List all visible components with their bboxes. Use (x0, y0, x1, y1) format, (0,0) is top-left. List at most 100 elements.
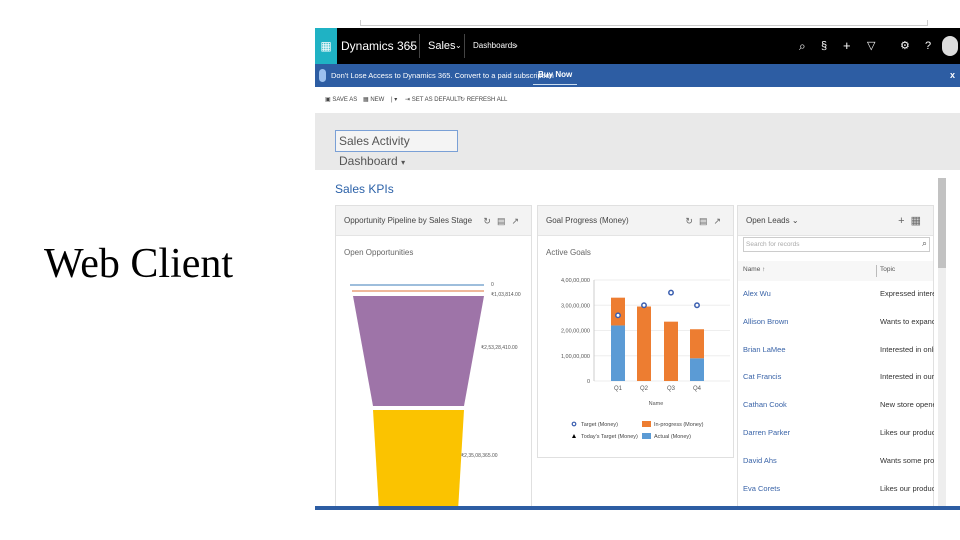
bar-in-progress (611, 297, 625, 326)
y-tick-label: 2,00,00,000 (561, 329, 590, 335)
search-icon[interactable]: ⌕ (799, 28, 806, 64)
leads-view-selector[interactable]: Open Leads (746, 216, 790, 225)
help-icon[interactable]: ? (925, 28, 931, 64)
scrollbar[interactable] (938, 178, 946, 508)
pipeline-card: Opportunity Pipeline by Sales Stage ↻▤↗ O… (335, 205, 532, 510)
legend-label: In-progress (Money) (654, 422, 704, 428)
refresh-icon[interactable]: ↻ (483, 216, 497, 226)
bar-actual (611, 325, 625, 381)
legend-actual-icon (642, 433, 651, 439)
goal-bar-chart: 0 1,00,00,000 2,00,00,000 3,00,00,000 4,00,0… (561, 278, 730, 440)
buy-now-button[interactable]: Buy Now (533, 66, 578, 85)
search-input[interactable]: Search for records ⌕ (743, 237, 930, 252)
card-title: Opportunity Pipeline by Sales Stage (344, 216, 473, 225)
lead-name-link[interactable]: Eva Corets (743, 484, 780, 493)
lead-topic: New store opened (880, 400, 934, 410)
y-tick-label: 4,00,00,000 (561, 278, 590, 284)
lead-name-link[interactable]: Allison Brown (743, 317, 788, 326)
close-banner-button[interactable]: x (950, 64, 955, 87)
refresh-label: REFRESH ALL (466, 97, 508, 103)
lead-topic: Interested in online (880, 344, 934, 354)
column-divider[interactable] (876, 265, 877, 277)
module-chevron-icon[interactable]: ⌄ (455, 28, 462, 64)
bar-in-progress (664, 321, 678, 381)
column-header-topic[interactable]: Topic (880, 266, 895, 273)
legend-label: Actual (Money) (654, 434, 691, 440)
grid-icon[interactable]: ▦ (911, 215, 927, 227)
lead-name-link[interactable]: Cat Francis (743, 372, 781, 381)
goal-progress-card: Goal Progress (Money) ↻▤↗ Active Goals 01… (537, 205, 734, 458)
lead-name-link[interactable]: Darren Parker (743, 428, 790, 437)
column-header-name[interactable]: Name ↑ (743, 266, 765, 273)
lead-topic: Likes our products (880, 428, 934, 437)
card-subtitle: Open Opportunities (344, 248, 414, 257)
y-tick-label: 0 (587, 379, 590, 385)
x-tick-label: Q4 (693, 386, 702, 392)
x-tick-label: Q3 (667, 386, 676, 392)
y-tick-label: 3,00,00,000 (561, 303, 590, 309)
lead-topic: Wants some produ (880, 455, 934, 465)
app-chevron-icon[interactable]: ⌄ (408, 28, 415, 64)
bar-actual (690, 358, 704, 381)
refresh-all-button[interactable]: ↻ REFRESH ALL (460, 88, 507, 113)
legend-target-icon (571, 421, 577, 427)
save-as-label: SAVE AS (332, 97, 358, 103)
divider (419, 34, 420, 58)
funnel-chart (350, 284, 484, 510)
filter-icon[interactable]: ▽ (867, 28, 875, 64)
module-name[interactable]: Sales (428, 28, 456, 64)
lead-name-link[interactable]: David Ahs (743, 456, 777, 465)
funnel-label: ₹2,53,28,410.00 (481, 345, 518, 351)
lead-topic: Interested in our ne (880, 372, 934, 382)
address-bar[interactable] (360, 20, 928, 26)
search-icon[interactable]: ⌕ (922, 238, 927, 249)
chevron-down-icon[interactable]: ⌄ (792, 216, 799, 225)
open-leads-card: Open Leads ⌄ +▦ Search for records ⌕ Name… (737, 205, 934, 510)
dashboard-name: Sales Activity Dashboard (339, 134, 410, 168)
y-tick-label: 1,00,00,000 (561, 354, 590, 360)
breadcrumb-separator: › (515, 41, 518, 50)
lead-name-link[interactable]: Alex Wu (743, 289, 771, 298)
divider (464, 34, 465, 58)
plus-icon[interactable]: + (843, 28, 851, 64)
target-marker (641, 302, 647, 309)
search-placeholder: Search for records (746, 241, 800, 248)
lead-name-link[interactable]: Brian LaMee (743, 345, 786, 354)
target-marker (694, 302, 700, 309)
dashboard-panel: Sales KPIs Opportunity Pipeline by Sales… (315, 170, 960, 510)
set-default-button[interactable]: ⇥ SET AS DEFAULT (405, 88, 461, 113)
expand-icon[interactable]: ↗ (511, 216, 525, 226)
lead-topic: Likes our products (880, 483, 934, 493)
web-client-screenshot: ▦ Dynamics 365 ⌄ Sales ⌄ Dashboards › ⌕ … (315, 20, 960, 510)
new-button[interactable]: ▦ NEW (363, 88, 384, 113)
lead-topic: Expressed interest i (880, 289, 934, 298)
funnel-stage-3 (353, 296, 484, 406)
scrollbar-thumb[interactable] (938, 178, 946, 268)
plus-icon[interactable]: + (898, 215, 910, 227)
app-name[interactable]: Dynamics 365 (341, 28, 417, 64)
legend-label: Today's Target (Money) (581, 434, 638, 440)
app-launcher-icon[interactable]: ▦ (315, 28, 337, 64)
card-header: Opportunity Pipeline by Sales Stage ↻▤↗ (336, 206, 531, 236)
bar-in-progress (690, 329, 704, 359)
lead-name-link[interactable]: Cathan Cook (743, 400, 787, 409)
funnel-label: 0 (491, 282, 494, 288)
gear-icon[interactable]: ⚙ (900, 28, 910, 64)
x-tick-label: Q2 (640, 386, 649, 392)
banner-message: Don't Lose Access to Dynamics 365. Conve… (331, 71, 554, 80)
dashboard-selector[interactable]: Sales Activity Dashboard ▾ (335, 130, 458, 168)
save-as-button[interactable]: ▣ SAVE AS (325, 88, 357, 113)
view-records-icon[interactable]: ▤ (497, 216, 512, 226)
slide-title: Web Client (44, 241, 234, 287)
set-default-label: SET AS DEFAULT (411, 97, 461, 103)
funnel-label: ₹2,35,08,365.00 (461, 453, 498, 459)
new-dropdown-icon[interactable]: | ▾ (391, 88, 397, 113)
x-tick-label: Q1 (614, 386, 623, 392)
avatar[interactable] (942, 36, 958, 56)
x-axis-label: Name (649, 401, 664, 407)
assistant-icon[interactable]: § (821, 28, 827, 64)
chevron-down-icon: ▾ (401, 158, 406, 167)
funnel-label: ₹1,03,814.00 (491, 292, 521, 298)
breadcrumb-dashboards[interactable]: Dashboards (473, 28, 516, 64)
top-nav: ▦ Dynamics 365 ⌄ Sales ⌄ Dashboards › ⌕ … (315, 28, 960, 64)
